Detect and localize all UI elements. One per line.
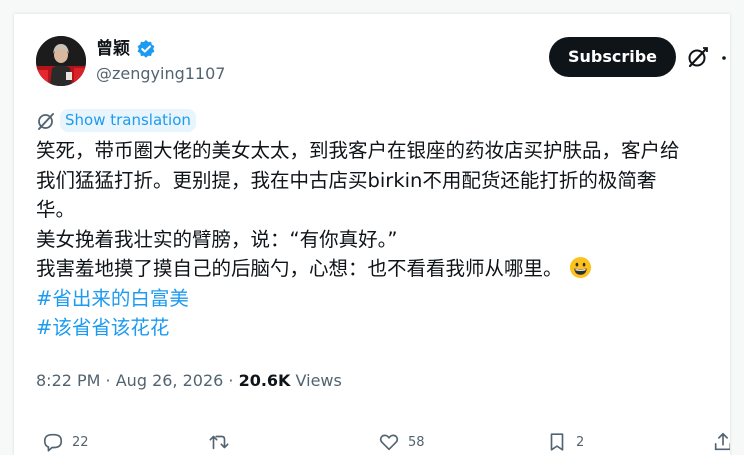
reply-count: 22: [72, 434, 89, 450]
verified-badge-icon: [136, 39, 156, 59]
reply-icon: [43, 433, 63, 452]
avatar[interactable]: [36, 36, 86, 86]
like-button[interactable]: 58: [378, 431, 425, 453]
tweet-line: 华。: [36, 198, 76, 221]
tweet-line: 笑死，带币圈大佬的美女太太，到我客户在银座的药妆店买护肤品，客户给: [36, 139, 680, 162]
hashtag-link[interactable]: #该省省该花花: [36, 313, 730, 343]
tweet-time[interactable]: 8:22 PM: [36, 371, 100, 390]
author-handle[interactable]: @zengying1107: [96, 64, 225, 84]
tweet-line-with-emoji: 我害羞地摸了摸自己的后脑勺，心想：也不看看我师从哪里。: [36, 254, 730, 284]
bookmark-button[interactable]: 2: [546, 431, 584, 453]
share-button[interactable]: [712, 431, 730, 453]
translation-row[interactable]: Show translation: [36, 109, 196, 132]
tweet-meta: 8:22 PM · Aug 26, 2026 · 20.6K Views: [36, 371, 342, 391]
author-name-row[interactable]: 曾颖: [96, 38, 156, 60]
views-label: Views: [295, 371, 342, 390]
grok-icon[interactable]: [686, 45, 710, 69]
hashtag-link[interactable]: #省出来的白富美: [36, 284, 730, 314]
like-count: 58: [408, 434, 425, 450]
bookmark-count: 2: [576, 434, 585, 450]
meta-separator: ·: [223, 371, 239, 390]
avatar-image: [36, 36, 86, 86]
tweet-text: 笑死，带币圈大佬的美女太太，到我客户在银座的药妆店买护肤品，客户给 我们猛猛打折…: [36, 136, 730, 343]
share-icon: [714, 432, 730, 451]
tweet-line: 美女挽着我壮实的臂膀，说：“有你真好。”: [36, 227, 398, 251]
bookmark-icon: [550, 433, 564, 451]
tweet-line: 我害羞地摸了摸自己的后脑勺，心想：也不看看我师从哪里。: [36, 257, 563, 280]
reply-button[interactable]: 22: [42, 431, 89, 453]
views-count: 20.6K: [238, 371, 291, 390]
tweet-line: 我们猛猛打折。更别提，我在中古店买birkin不用配货还能打折的极简奢: [36, 168, 657, 192]
retweet-icon: [209, 435, 229, 450]
translate-icon: [36, 111, 56, 131]
subscribe-button[interactable]: Subscribe: [549, 37, 676, 77]
heart-icon: [379, 434, 399, 451]
tweet-date[interactable]: Aug 26, 2026: [116, 371, 224, 390]
grinning-face-emoji-icon: [569, 256, 592, 279]
action-bar: 22 58 2: [14, 431, 730, 455]
more-icon[interactable]: [718, 50, 730, 64]
tweet-card: 曾颖 @zengying1107 Subscribe Show translat…: [14, 14, 730, 455]
author-name[interactable]: 曾颖: [96, 38, 130, 60]
retweet-button[interactable]: [208, 431, 238, 453]
show-translation-link[interactable]: Show translation: [60, 109, 196, 132]
meta-separator: ·: [100, 371, 116, 390]
